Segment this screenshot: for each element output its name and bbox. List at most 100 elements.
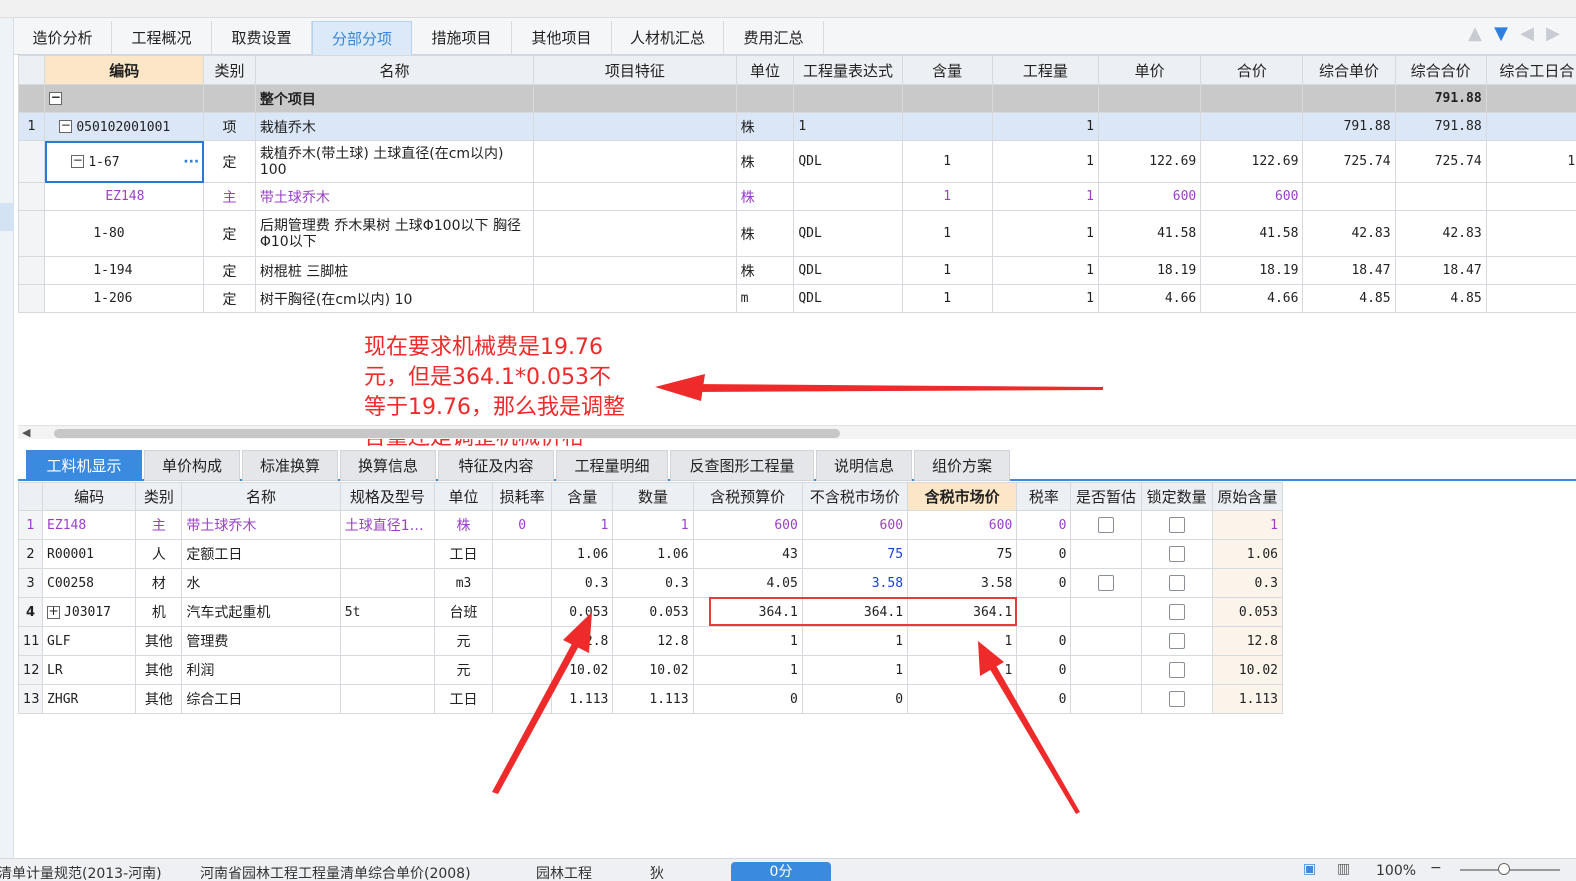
provisional-checkbox[interactable] bbox=[1097, 517, 1114, 533]
header-qty-expression[interactable]: 工程量表达式 bbox=[793, 55, 903, 85]
horizontal-scrollbar[interactable]: ◀ bbox=[18, 425, 1576, 439]
total-row-amount: 791.88 bbox=[1394, 84, 1487, 113]
table-row-crane[interactable]: 4 + J03017 机 汽车式起重机 5t 台班 0.053 0.053 364… bbox=[17, 597, 1284, 627]
header-quantity[interactable]: 数量 bbox=[612, 482, 694, 511]
header-content[interactable]: 含量 bbox=[551, 482, 614, 511]
scroll-left-icon[interactable]: ◀ bbox=[22, 426, 30, 439]
table-row[interactable]: 13 ZHGR 其他 综合工日 工日 1.113 1.113 0 0 0 1.1… bbox=[17, 684, 1284, 714]
table-row[interactable]: EZ148 主 带土球乔木 株 1 1 600 600 bbox=[17, 182, 1576, 211]
lock-checkbox[interactable] bbox=[1168, 662, 1185, 678]
header-spec[interactable]: 规格及型号 bbox=[339, 482, 435, 511]
header-unit[interactable]: 单位 bbox=[433, 482, 494, 511]
tab-material-display[interactable]: 工料机显示 bbox=[26, 450, 142, 481]
arrow-to-annotation bbox=[655, 374, 1103, 401]
lock-checkbox[interactable] bbox=[1168, 604, 1185, 620]
header-name[interactable]: 名称 bbox=[254, 55, 535, 85]
tab-other-items[interactable]: 其他项目 bbox=[512, 21, 612, 55]
table-row[interactable]: −1-67 ··· 定 栽植乔木(带土球) 土球直径(在cm以内) 100 株 Q… bbox=[17, 140, 1576, 183]
header-name[interactable]: 名称 bbox=[181, 482, 341, 511]
column-view-icon[interactable]: ▥ bbox=[1337, 861, 1350, 877]
header-loss-rate[interactable]: 损耗率 bbox=[492, 482, 553, 511]
header-original-content[interactable]: 原始含量 bbox=[1211, 482, 1284, 511]
header-feature[interactable]: 项目特征 bbox=[533, 55, 737, 85]
tab-measures[interactable]: 措施项目 bbox=[412, 21, 512, 55]
left-dock-bar[interactable] bbox=[0, 18, 14, 858]
header-rownum bbox=[17, 55, 46, 85]
table-row[interactable]: 3 C00258 材 水 m3 0.3 0.3 4.05 3.58 3.58 0… bbox=[17, 568, 1284, 598]
table-row-total[interactable]: − 整个项目 791.88 bbox=[17, 84, 1576, 113]
header-price[interactable]: 单价 bbox=[1097, 55, 1202, 85]
move-left-icon[interactable]: ◀ bbox=[1514, 23, 1540, 44]
grid-view-icon[interactable]: ▣ bbox=[1303, 861, 1316, 877]
tab-reverse-lookup[interactable]: 反查图形工程量 bbox=[670, 450, 814, 481]
collapse-icon[interactable]: − bbox=[49, 91, 63, 105]
move-up-icon[interactable]: ▲ bbox=[1462, 23, 1488, 44]
header-unit[interactable]: 单位 bbox=[735, 55, 795, 85]
tab-features-content[interactable]: 特征及内容 bbox=[438, 450, 554, 481]
header-unit-price[interactable]: 综合单价 bbox=[1302, 55, 1396, 85]
table-row[interactable]: 1-80 定 后期管理费 乔木果树 土球Φ100以下 胸径Φ10以下 株 QDL… bbox=[17, 210, 1576, 257]
header-tax-rate[interactable]: 税率 bbox=[1016, 482, 1072, 511]
header-labor-days[interactable]: 综合工日合 bbox=[1485, 55, 1576, 85]
lock-checkbox[interactable] bbox=[1168, 546, 1185, 562]
more-icon[interactable]: ··· bbox=[183, 154, 199, 170]
tab-cost-summary[interactable]: 费用汇总 bbox=[724, 21, 824, 55]
header-provisional[interactable]: 是否暂估 bbox=[1070, 482, 1142, 511]
tab-conversion-info[interactable]: 换算信息 bbox=[340, 450, 436, 481]
expand-icon[interactable]: + bbox=[47, 605, 61, 619]
header-quantity[interactable]: 工程量 bbox=[991, 55, 1100, 85]
table-row[interactable]: 2 R00001 人 定额工日 工日 1.06 1.06 43 75 75 0 … bbox=[17, 539, 1284, 569]
tab-quantity-details[interactable]: 工程量明细 bbox=[556, 450, 668, 481]
table-row[interactable]: 1-194 定 树棍桩 三脚桩 株 QDL 1 1 18.19 18.19 18… bbox=[17, 256, 1576, 285]
status-item4[interactable]: 狄 bbox=[650, 863, 664, 881]
header-amount[interactable]: 合价 bbox=[1200, 55, 1304, 85]
header-market-price-ex-tax[interactable]: 不含税市场价 bbox=[801, 482, 909, 511]
status-score[interactable]: 0分 bbox=[731, 862, 831, 881]
header-type[interactable]: 类别 bbox=[135, 482, 183, 511]
header-type[interactable]: 类别 bbox=[203, 55, 256, 85]
scroll-thumb[interactable] bbox=[54, 429, 840, 438]
header-total[interactable]: 综合合价 bbox=[1394, 55, 1487, 85]
header-market-price-in-tax[interactable]: 含税市场价 bbox=[907, 482, 1018, 511]
tab-pricing-plan[interactable]: 组价方案 bbox=[914, 450, 1010, 481]
header-lock-quantity[interactable]: 锁定数量 bbox=[1140, 482, 1213, 511]
zoom-level: 100% bbox=[1376, 863, 1417, 879]
zoom-slider-thumb[interactable] bbox=[1498, 863, 1510, 875]
table-row[interactable]: 12 LR 其他 利润 元 10.02 10.02 1 1 1 0 10.02 bbox=[17, 655, 1284, 685]
table-row[interactable]: 11 GLF 其他 管理费 元 12.8 12.8 1 1 1 0 12.8 bbox=[17, 626, 1284, 656]
status-project-type[interactable]: 园林工程 bbox=[536, 863, 592, 881]
tab-project-overview[interactable]: 工程概况 bbox=[112, 21, 212, 55]
tab-sub-items[interactable]: 分部分项 bbox=[312, 21, 412, 55]
tab-unit-price-composition[interactable]: 单价构成 bbox=[144, 450, 240, 481]
detail-tab-bar: 工料机显示 单价构成 标准换算 换算信息 特征及内容 工程量明细 反查图形工程量… bbox=[18, 448, 1576, 481]
collapse-icon[interactable]: − bbox=[71, 154, 85, 168]
zoom-slider[interactable] bbox=[1460, 869, 1560, 871]
provisional-checkbox[interactable] bbox=[1097, 575, 1114, 591]
lock-checkbox[interactable] bbox=[1168, 575, 1185, 591]
header-code[interactable]: 编码 bbox=[44, 55, 205, 85]
table-row[interactable]: 1 EZ148 主 带土球乔木 土球直径1… 株 0 1 1 600 600 6… bbox=[17, 510, 1284, 540]
tab-labor-material-machine[interactable]: 人材机汇总 bbox=[612, 21, 724, 55]
lock-checkbox[interactable] bbox=[1168, 517, 1185, 533]
left-dock-marker bbox=[0, 203, 14, 231]
lock-checkbox[interactable] bbox=[1168, 633, 1185, 649]
header-code[interactable]: 编码 bbox=[42, 482, 137, 511]
table-row[interactable]: 1-206 定 树干胸径(在cm以内) 10 m QDL 1 1 4.66 4.… bbox=[17, 284, 1576, 313]
status-quota[interactable]: 河南省园林工程工程量清单综合单价(2008) bbox=[200, 863, 471, 881]
tab-cost-analysis[interactable]: 造价分析 bbox=[14, 21, 112, 55]
status-spec[interactable]: 清单计量规范(2013-河南) bbox=[0, 863, 162, 881]
selected-code-cell[interactable]: −1-67 ··· bbox=[44, 140, 205, 183]
tab-notes[interactable]: 说明信息 bbox=[816, 450, 912, 481]
lock-checkbox[interactable] bbox=[1168, 691, 1185, 707]
collapse-icon[interactable]: − bbox=[59, 119, 73, 133]
nav-arrows: ▲ ▼ ◀ ▶ bbox=[1462, 23, 1566, 49]
top-strip bbox=[0, 0, 1576, 18]
header-budget-price[interactable]: 含税预算价 bbox=[692, 482, 803, 511]
tab-fee-settings[interactable]: 取费设置 bbox=[212, 21, 312, 55]
move-right-icon[interactable]: ▶ bbox=[1540, 23, 1566, 44]
tab-standard-conversion[interactable]: 标准换算 bbox=[242, 450, 338, 481]
move-down-icon[interactable]: ▼ bbox=[1488, 23, 1514, 44]
zoom-out-icon[interactable]: − bbox=[1430, 860, 1442, 876]
table-row[interactable]: 1 −050102001001 项 栽植乔木 株 1 1 791.88 791.… bbox=[17, 112, 1576, 141]
header-content[interactable]: 含量 bbox=[901, 55, 993, 85]
